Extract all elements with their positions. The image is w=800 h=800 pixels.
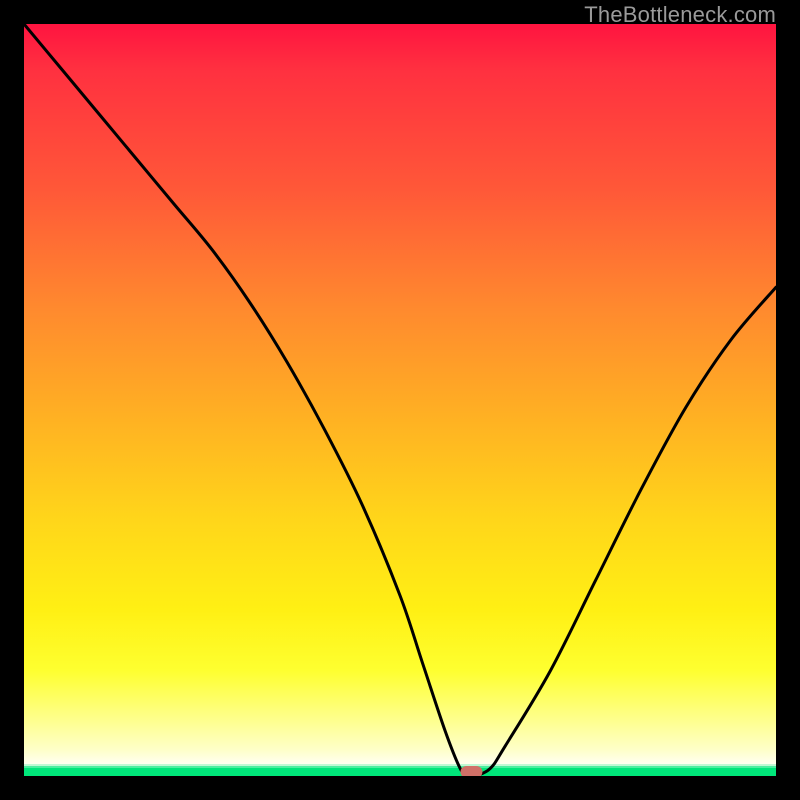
chart-frame: TheBottleneck.com — [0, 0, 800, 800]
bottleneck-curve — [24, 24, 776, 776]
plot-area — [24, 24, 776, 776]
curve-svg — [24, 24, 776, 776]
optimum-marker — [460, 766, 482, 776]
watermark-text: TheBottleneck.com — [584, 2, 776, 28]
